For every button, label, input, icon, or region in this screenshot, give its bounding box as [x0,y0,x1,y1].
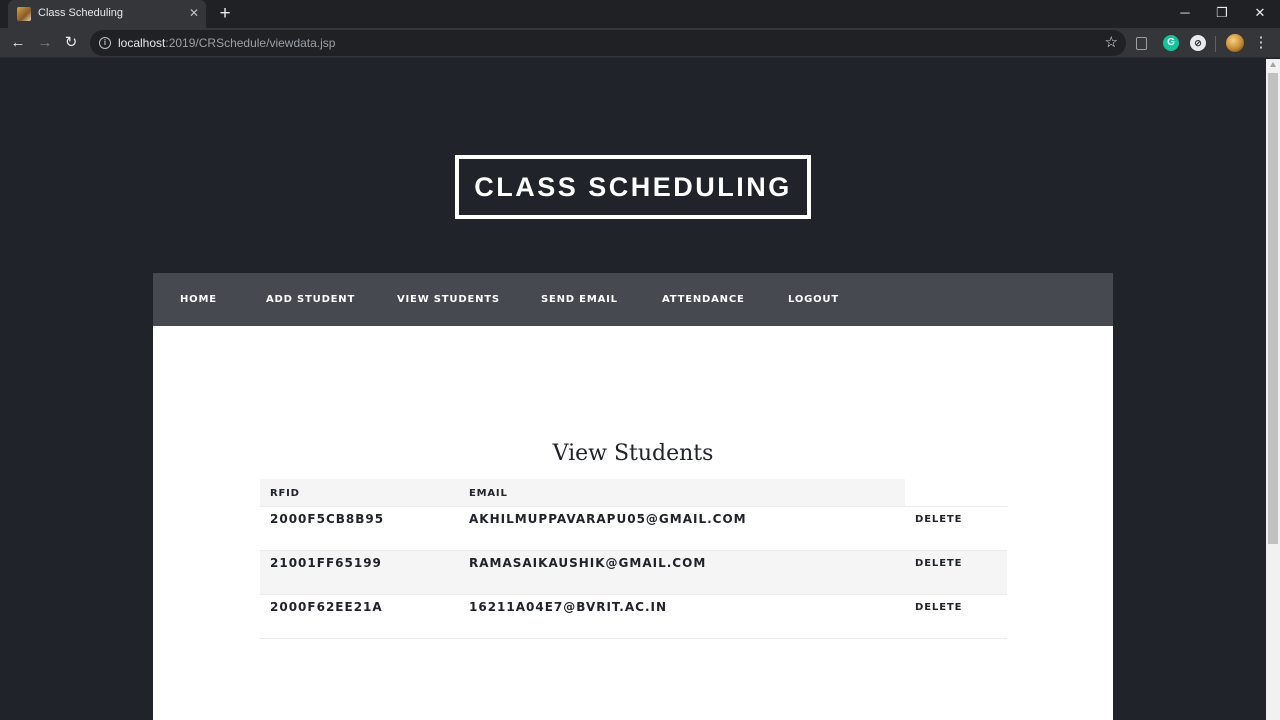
toolbar-divider [1215,36,1216,52]
extension-block-icon[interactable]: ⊘ [1190,35,1206,51]
browser-toolbar: ← → ↻ i localhost:2019/CRSchedule/viewda… [0,28,1280,58]
scroll-up-arrow-icon[interactable] [1270,62,1276,67]
email-cell: RAMASAIKAUSHIK@GMAIL.COM [469,556,707,570]
reload-icon[interactable]: ↻ [60,32,82,54]
main-navbar: HOME ADD STUDENT VIEW STUDENTS SEND EMAI… [153,273,1113,326]
site-title-box: CLASS SCHEDULING [455,155,811,219]
email-cell: AKHILMUPPAVARAPU05@GMAIL.COM [469,512,747,526]
nav-attendance[interactable]: ATTENDANCE [662,273,745,326]
table-divider [260,638,1007,639]
rfid-cell: 2000F5CB8B95 [270,512,385,526]
scrollbar-thumb[interactable] [1268,73,1278,544]
url-text[interactable]: localhost:2019/CRSchedule/viewdata.jsp [118,36,335,50]
column-header-rfid: RFID [270,488,300,499]
delete-link[interactable]: DELETE [915,514,962,525]
grammarly-icon[interactable]: G [1163,35,1179,51]
new-tab-button[interactable]: + [214,3,236,25]
extension-page-icon[interactable] [1136,37,1147,50]
maximize-button[interactable]: ❐ [1203,0,1241,26]
tab-title: Class Scheduling [38,7,123,19]
address-bar[interactable]: i localhost:2019/CRSchedule/viewdata.jsp… [90,30,1126,56]
favicon-icon [17,7,31,21]
email-cell: 16211A04E7@BVRIT.AC.IN [469,600,668,614]
bookmark-star-icon[interactable]: ☆ [1105,33,1118,53]
browser-menu-icon[interactable]: ⋮ [1252,32,1270,54]
nav-add-student[interactable]: ADD STUDENT [266,273,355,326]
vertical-scrollbar[interactable] [1266,59,1280,720]
column-header-email: EMAIL [469,488,508,499]
rfid-cell: 2000F62EE21A [270,600,383,614]
table-row: 21001FF65199 RAMASAIKAUSHIK@GMAIL.COM DE… [260,550,1007,594]
window-close-button[interactable]: ✕ [1241,0,1279,26]
browser-tab-strip: Class Scheduling ✕ + ─ ❐ ✕ [0,0,1280,28]
info-icon[interactable]: i [99,37,111,49]
table-row: 2000F5CB8B95 AKHILMUPPAVARAPU05@GMAIL.CO… [260,506,1007,550]
rfid-cell: 21001FF65199 [270,556,382,570]
delete-link[interactable]: DELETE [915,558,962,569]
page-heading: View Students [552,441,714,466]
profile-avatar[interactable] [1226,34,1244,52]
site-title: CLASS SCHEDULING [474,172,792,202]
browser-tab[interactable]: Class Scheduling ✕ [8,0,206,28]
nav-send-email[interactable]: SEND EMAIL [541,273,618,326]
content-panel: View Students RFID EMAIL 2000F5CB8B95 AK… [153,326,1113,720]
table-row: 2000F62EE21A 16211A04E7@BVRIT.AC.IN DELE… [260,594,1007,638]
delete-link[interactable]: DELETE [915,602,962,613]
nav-logout[interactable]: LOGOUT [788,273,839,326]
nav-home[interactable]: HOME [180,273,217,326]
tab-close-icon[interactable]: ✕ [186,5,202,21]
minimize-button[interactable]: ─ [1166,0,1204,26]
nav-view-students[interactable]: VIEW STUDENTS [397,273,500,326]
back-icon[interactable]: ← [7,32,29,54]
page-viewport: CLASS SCHEDULING HOME ADD STUDENT VIEW S… [0,59,1266,720]
forward-icon[interactable]: → [34,32,56,54]
table-header: RFID EMAIL [260,479,905,506]
